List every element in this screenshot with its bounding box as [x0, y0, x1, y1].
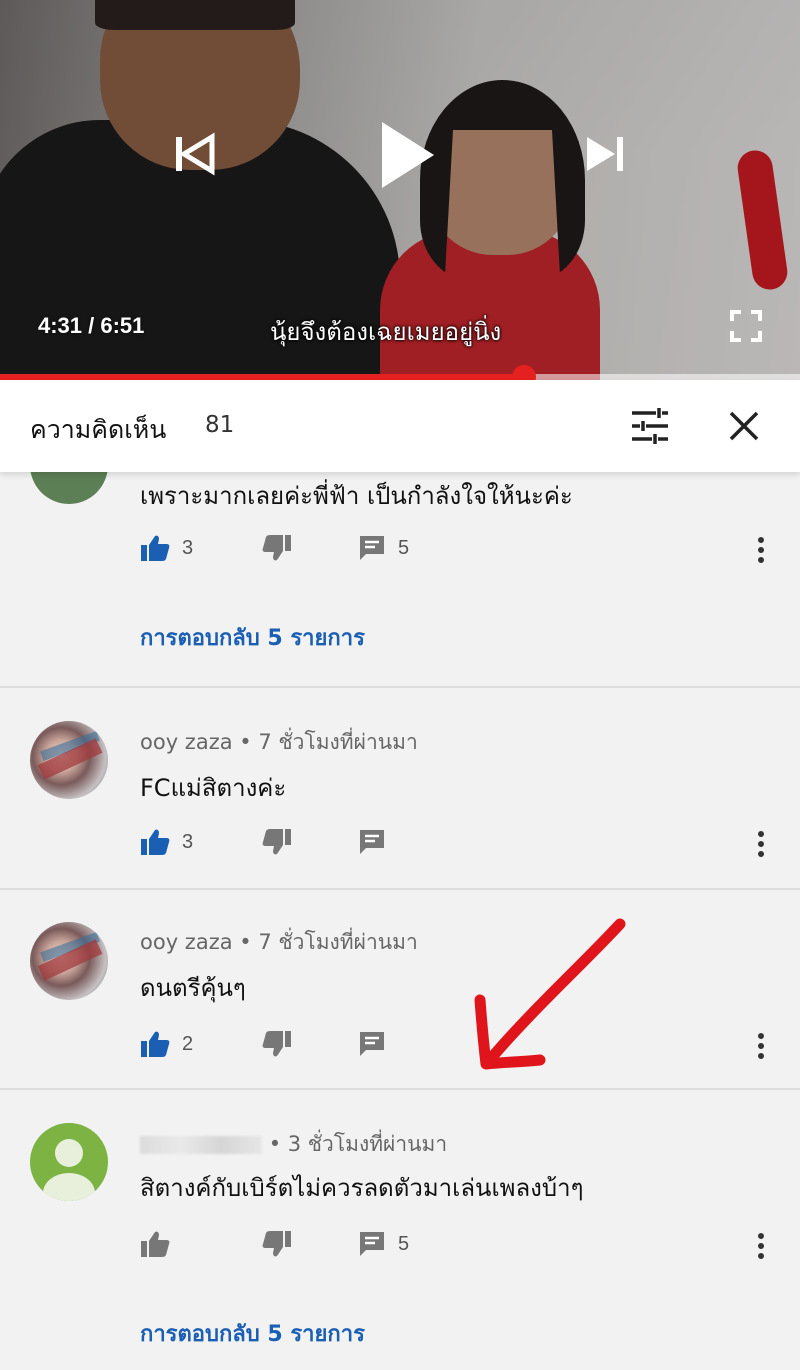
video-time: 4:31 / 6:51 [38, 313, 145, 338]
comments-count: 81 [205, 412, 235, 438]
comment-item: • 3 ชั่วโมงที่ผ่านมา สิตางค์กับเบิร์ตไม่… [0, 1090, 800, 1370]
comment-icon [360, 536, 384, 560]
like-button[interactable]: 2 [140, 1030, 193, 1058]
thumb-down-icon [262, 829, 291, 855]
comments-header: ความคิดเห็น 81 [0, 380, 800, 472]
thumb-down-icon [262, 1031, 291, 1057]
reply-count: 5 [398, 1232, 410, 1255]
comment-text: ดนตรีคุ้นๆ [140, 974, 246, 1002]
like-button[interactable]: 3 [140, 534, 193, 562]
video-player[interactable]: 4:31 / 6:51 นุ้ยจึงต้องเฉยเมยอยู่นิ่ง [0, 0, 800, 380]
more-vert-icon [758, 537, 764, 563]
next-video-button[interactable] [583, 132, 627, 176]
comment-time: • 3 ชั่วโมงที่ผ่านมา [268, 1132, 448, 1156]
comment-meta: • 3 ชั่วโมงที่ผ่านมา [140, 1128, 447, 1161]
comment-author[interactable]: ooy zaza [140, 930, 233, 954]
more-vert-icon [758, 1033, 764, 1059]
comment-menu-button[interactable] [756, 830, 766, 862]
comment-time: • 7 ชั่วโมงที่ผ่านมา [239, 930, 418, 954]
view-replies-link[interactable]: การตอบกลับ 5 รายการ [140, 1316, 365, 1351]
comment-menu-button[interactable] [756, 1032, 766, 1064]
previous-video-button[interactable] [172, 132, 216, 176]
close-icon [729, 411, 759, 441]
view-replies-link[interactable]: การตอบกลับ 5 รายการ [140, 620, 365, 655]
dislike-button[interactable] [262, 828, 292, 856]
comment-icon [360, 1032, 384, 1056]
skip-previous-icon [176, 132, 215, 176]
avatar[interactable] [30, 922, 108, 1000]
comment-actions: 5 [140, 1230, 780, 1260]
comment-item: ooy zaza • 7 ชั่วโมงที่ผ่านมา ดนตรีคุ้นๆ… [0, 890, 800, 1090]
avatar[interactable] [30, 721, 108, 799]
comment-meta: ooy zaza • 7 ชั่วโมงที่ผ่านมา [140, 926, 418, 959]
dislike-button[interactable] [262, 1030, 292, 1058]
comment-menu-button[interactable] [756, 1232, 766, 1264]
red-arrow-annotation [474, 918, 626, 1070]
dislike-button[interactable] [262, 534, 292, 562]
comment-menu-button[interactable] [756, 536, 766, 568]
comment-actions: 3 5 [140, 534, 780, 564]
thumb-up-icon [141, 1231, 170, 1257]
video-caption: นุ้ยจึงต้องเฉยเมยอยู่นิ่ง [270, 318, 502, 346]
comments-title: ความคิดเห็น [30, 415, 167, 444]
comment-text: FCแม่สิตางค่ะ [140, 774, 287, 802]
comment-item: ooy zaza • 7 ชั่วโมงที่ผ่านมา FCแม่สิตาง… [0, 688, 800, 890]
like-count: 3 [182, 830, 194, 853]
reply-button[interactable]: 5 [358, 534, 409, 562]
dislike-button[interactable] [262, 1230, 292, 1258]
more-vert-icon [758, 831, 764, 857]
thumb-down-icon [262, 535, 291, 561]
comment-icon [360, 830, 384, 854]
comment-meta: ooy zaza • 7 ชั่วโมงที่ผ่านมา [140, 726, 418, 759]
skip-next-icon [587, 137, 623, 171]
play-button[interactable] [378, 120, 436, 190]
more-vert-icon [758, 1233, 764, 1259]
comment-author[interactable]: ooy zaza [140, 730, 233, 754]
reply-button[interactable] [358, 1030, 386, 1058]
reply-button[interactable] [358, 828, 386, 856]
comment-author-blurred [140, 1136, 262, 1154]
reply-button[interactable]: 5 [358, 1230, 409, 1258]
youtube-watch-screen: 4:31 / 6:51 นุ้ยจึงต้องเฉยเมยอยู่นิ่ง คว… [0, 0, 800, 1370]
thumb-down-icon [262, 1231, 291, 1257]
comment-item: เพราะมากเลยค่ะพี่ฟ้า เป็นกำลังใจให้นะค่ะ… [0, 472, 800, 688]
tune-icon [632, 408, 668, 444]
thumb-up-icon [141, 535, 170, 561]
like-count: 3 [182, 536, 194, 559]
comment-text: เพราะมากเลยค่ะพี่ฟ้า เป็นกำลังใจให้นะค่ะ [140, 482, 573, 510]
like-button[interactable]: 3 [140, 828, 193, 856]
comment-text: สิตางค์กับเบิร์ตไม่ควรลดตัวมาเล่นเพลงบ้า… [140, 1174, 584, 1202]
comment-icon [360, 1232, 384, 1256]
thumb-up-icon [141, 1031, 170, 1057]
fullscreen-button[interactable] [730, 310, 762, 342]
avatar[interactable] [30, 472, 108, 504]
like-button[interactable] [140, 1230, 170, 1258]
reply-count: 5 [398, 536, 410, 559]
play-icon [382, 122, 434, 188]
comments-list[interactable]: เพราะมากเลยค่ะพี่ฟ้า เป็นกำลังใจให้นะค่ะ… [0, 472, 800, 1370]
fullscreen-icon [730, 310, 762, 342]
sort-comments-button[interactable] [630, 408, 670, 448]
like-count: 2 [182, 1032, 194, 1055]
comment-actions: 3 [140, 828, 780, 858]
close-comments-button[interactable] [728, 410, 760, 446]
avatar[interactable] [30, 1123, 108, 1201]
thumb-up-icon [141, 829, 170, 855]
comment-time: • 7 ชั่วโมงที่ผ่านมา [239, 730, 418, 754]
